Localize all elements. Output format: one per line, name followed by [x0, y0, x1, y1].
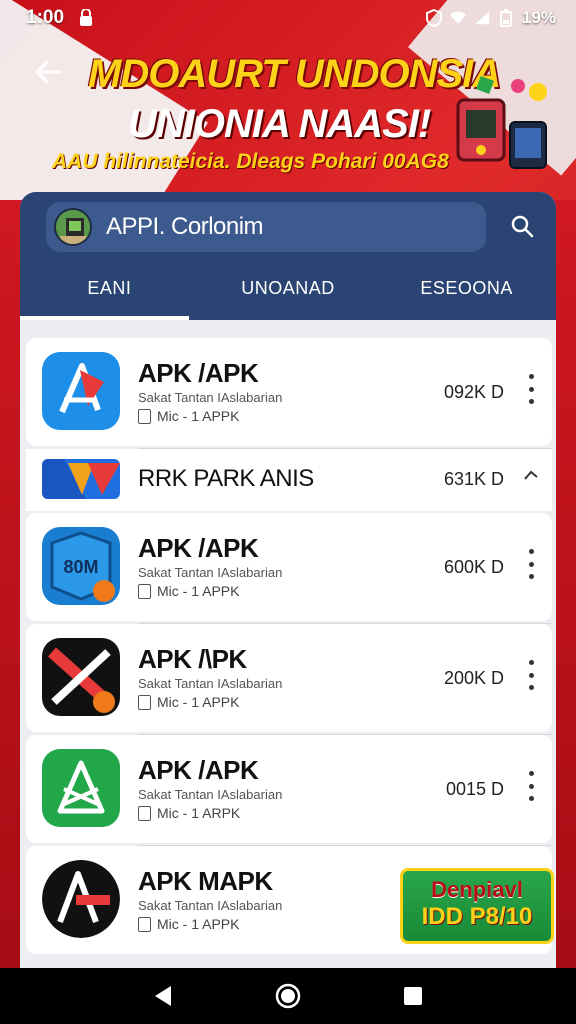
promo-subtitle: IDD P8/10	[421, 903, 533, 930]
app-meta: Mic - 1 APPK	[138, 408, 239, 424]
app-subtitle: Sakat Tantan IAslabarian	[138, 565, 283, 580]
app-subtitle: Sakat Tantan IAslabarian	[138, 676, 283, 691]
battery-icon	[498, 9, 514, 27]
triangle-back-icon	[154, 986, 171, 1006]
app-meta: Mic - 1 ARPK	[138, 805, 240, 821]
app-meta-text: Mic - 1 APPK	[157, 916, 240, 932]
search-bar[interactable]: APPI. Corlonim	[46, 202, 486, 252]
more-options-button[interactable]	[524, 771, 538, 801]
banner-subtitle: AAU hilinnateicia. Dleags Pohari 00AG8	[52, 150, 449, 173]
card-header: APPI. Corlonim EANI UNOANAD ESEOONA	[20, 192, 556, 320]
file-icon	[138, 583, 151, 599]
circle-home-icon	[275, 983, 301, 1009]
file-icon	[138, 694, 151, 710]
background-edge	[0, 200, 22, 970]
lock-icon	[78, 9, 94, 26]
app-meta: Mic - 1 APPK	[138, 583, 239, 599]
search-icon	[511, 215, 534, 238]
list-item[interactable]: APK /\PK Sakat Tantan IAslabarian Mic - …	[26, 624, 552, 732]
app-subtitle: Sakat Tantan IAslabarian	[138, 898, 283, 913]
nav-home-button[interactable]	[274, 982, 302, 1010]
app-title: APK /APK	[138, 358, 259, 388]
app-size: 631K D	[443, 469, 504, 489]
app-meta-text: Mic - 1 APPK	[157, 694, 240, 710]
navigation-bar	[0, 968, 576, 1024]
promo-title: Denpiavl	[431, 877, 523, 902]
app-title: APK /APK	[138, 533, 259, 563]
tab-eani[interactable]: EANI	[20, 272, 199, 320]
chevron-icon	[524, 470, 538, 480]
app-meta: Mic - 1 APPK	[138, 916, 239, 932]
more-options-button[interactable]	[524, 549, 538, 579]
more-options-button[interactable]	[524, 660, 538, 690]
nav-back-button[interactable]	[149, 982, 177, 1010]
tab-unoanad[interactable]: UNOANAD	[199, 272, 378, 320]
app-size: 600K D	[443, 557, 504, 577]
list-item[interactable]: APK /APK Sakat Tantan IAslabarian Mic - …	[26, 735, 552, 843]
app-title: RRK PARK ANIS	[138, 465, 314, 492]
list-item[interactable]: 631K D 80M APK /APK Sakat Tantan IAslaba…	[26, 469, 552, 621]
status-bar: 1:00 19%	[0, 0, 576, 36]
search-input[interactable]: APPI. Corlonim	[106, 213, 264, 241]
app-title: APK /APK	[138, 755, 259, 785]
gadgets-illustration	[448, 70, 558, 180]
app-list-card: APPI. Corlonim EANI UNOANAD ESEOONA APK …	[20, 192, 556, 972]
app-meta: Mic - 1 APPK	[138, 694, 239, 710]
app-size: 200K D	[443, 668, 504, 688]
green-arrow-icon	[42, 749, 120, 827]
avatar[interactable]	[54, 208, 92, 246]
status-time: 1:00	[26, 7, 65, 28]
search-button[interactable]	[506, 210, 538, 242]
blue-badge-icon: 80M	[42, 527, 120, 605]
app-title: APK /\PK	[138, 644, 247, 674]
square-recents-icon	[404, 987, 423, 1005]
app-subtitle: Sakat Tantan IAslabarian	[138, 787, 283, 802]
list-item[interactable]: APK /APK Sakat Tantan IAslabarian Mic - …	[26, 338, 552, 446]
more-options-button[interactable]	[524, 374, 538, 404]
banner-title-secondary: UNIONIA NAASI!	[128, 102, 431, 146]
banner-title: MDOAURT UNDONSIA	[88, 52, 501, 96]
battery-percent: 19%	[521, 8, 556, 27]
nav-recents-button[interactable]	[399, 982, 427, 1010]
app-size: 0015 D	[445, 779, 504, 799]
tab-bar: EANI UNOANAD ESEOONA	[20, 272, 556, 320]
wifi-icon	[449, 10, 466, 26]
tab-eseoona[interactable]: ESEOONA	[377, 272, 556, 320]
app-title: APK MAPK	[138, 866, 273, 896]
file-icon	[138, 916, 151, 932]
app-subtitle: Sakat Tantan IAslabarian	[138, 390, 283, 405]
back-button[interactable]	[28, 52, 68, 92]
signal-icon	[474, 10, 490, 26]
app-size: 092K D	[443, 382, 504, 402]
app-meta-text: Mic - 1 APPK	[157, 583, 240, 599]
file-icon	[138, 805, 151, 821]
black-a-icon	[42, 860, 120, 938]
shield-icon	[425, 9, 442, 27]
file-icon	[138, 408, 151, 424]
svg-text:80M: 80M	[63, 557, 98, 577]
blue-arrow-icon	[42, 352, 120, 430]
crossed-tools-icon	[42, 638, 120, 716]
app-meta-text: Mic - 1 ARPK	[157, 805, 241, 821]
arrow-left-icon	[35, 60, 61, 84]
play-ribbon-icon	[42, 459, 120, 499]
app-list: APK /APK Sakat Tantan IAslabarian Mic - …	[26, 338, 552, 956]
promo-badge[interactable]: Denpiavl IDD P8/10	[400, 868, 554, 944]
expand-button[interactable]	[524, 469, 538, 487]
app-meta-text: Mic - 1 APPK	[157, 408, 240, 424]
